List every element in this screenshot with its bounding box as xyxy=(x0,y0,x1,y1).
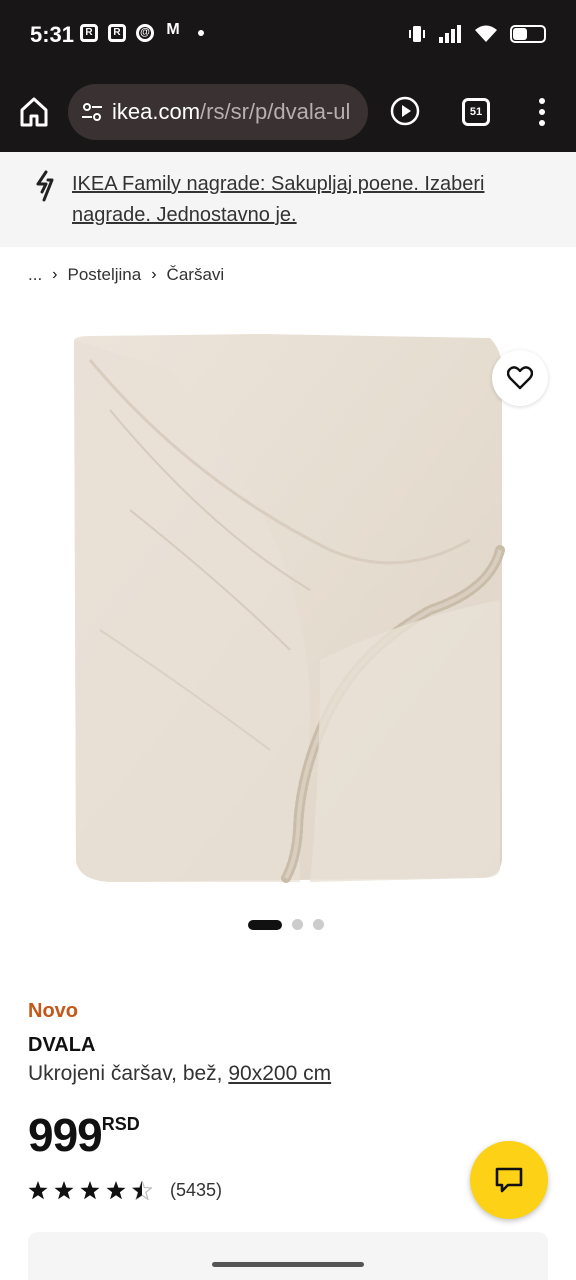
signal-icon xyxy=(439,25,461,43)
notification-icon: R xyxy=(108,24,126,42)
chat-button[interactable] xyxy=(470,1141,548,1219)
new-badge: Novo xyxy=(28,1000,78,1022)
price-currency: RSD xyxy=(101,1114,140,1134)
review-count[interactable]: (5435) xyxy=(170,1180,222,1201)
breadcrumb: ... › Posteljina › Čaršavi xyxy=(28,265,224,285)
site-settings-icon[interactable] xyxy=(80,100,104,124)
status-bar: 5:31 R R @ M xyxy=(0,0,576,72)
notification-icons: R R @ M xyxy=(80,21,204,42)
chevron-right-icon: › xyxy=(52,266,58,283)
breadcrumb-item-posteljina[interactable]: Posteljina xyxy=(68,265,142,285)
url-path: /rs/sr/p/dvala-ul xyxy=(200,99,351,124)
notification-icon: R xyxy=(80,24,98,42)
url-bar[interactable]: ikea.com/rs/sr/p/dvala-ul xyxy=(68,84,368,140)
battery-icon xyxy=(510,25,546,43)
star-icon xyxy=(106,1181,126,1200)
promo-link[interactable]: IKEA Family nagrade: Sakupljaj poene. Iz… xyxy=(72,169,542,231)
browser-toolbar: ikea.com/rs/sr/p/dvala-ul 51 xyxy=(0,72,576,152)
gesture-bar[interactable] xyxy=(212,1262,364,1267)
product-type: Ukrojeni čaršav, bež, xyxy=(28,1062,223,1085)
price-amount: 999 xyxy=(28,1109,103,1161)
tab-switcher-button[interactable]: 51 xyxy=(462,98,490,126)
menu-dot-icon xyxy=(539,109,545,115)
product-rating[interactable]: (5435) xyxy=(28,1180,222,1201)
star-icon xyxy=(54,1181,74,1200)
menu-dot-icon xyxy=(539,98,545,104)
status-time: 5:31 xyxy=(30,22,75,47)
product-price: 999RSD xyxy=(28,1108,140,1162)
threads-icon: @ xyxy=(136,24,154,42)
url-domain: ikea.com xyxy=(112,99,201,124)
bottom-card xyxy=(28,1232,548,1280)
breadcrumb-item-carsavi[interactable]: Čaršavi xyxy=(167,265,225,285)
product-name: DVALA xyxy=(28,1034,96,1056)
product-description: Ukrojeni čaršav, bež, 90x200 cm xyxy=(28,1062,331,1086)
star-icon xyxy=(80,1181,100,1200)
url-text: ikea.com/rs/sr/p/dvala-ul xyxy=(112,99,350,125)
product-image[interactable] xyxy=(70,330,506,890)
menu-dot-icon xyxy=(539,120,545,126)
image-carousel-indicator xyxy=(248,919,324,930)
system-icons xyxy=(408,24,546,44)
browser-menu-button[interactable] xyxy=(532,94,552,130)
wifi-icon xyxy=(475,25,497,42)
carousel-dot[interactable] xyxy=(313,919,324,930)
gmail-icon: M xyxy=(166,21,180,38)
carousel-dot[interactable] xyxy=(292,919,303,930)
favorite-button[interactable] xyxy=(492,350,548,406)
half-star-icon xyxy=(132,1181,152,1200)
vibrate-icon xyxy=(409,26,425,42)
play-icon[interactable] xyxy=(389,95,421,127)
breadcrumb-ellipsis[interactable]: ... xyxy=(28,265,42,285)
heart-icon xyxy=(507,366,533,390)
chat-icon xyxy=(495,1167,523,1193)
promo-banner: IKEA Family nagrade: Sakupljaj poene. Iz… xyxy=(0,152,576,247)
carousel-dot-active[interactable] xyxy=(248,919,282,930)
star-icon xyxy=(28,1181,48,1200)
chevron-right-icon: › xyxy=(151,266,157,283)
home-icon[interactable] xyxy=(16,94,52,130)
product-size-link[interactable]: 90x200 cm xyxy=(228,1062,331,1085)
link-icon xyxy=(36,170,54,202)
more-notifications-icon xyxy=(198,30,204,36)
